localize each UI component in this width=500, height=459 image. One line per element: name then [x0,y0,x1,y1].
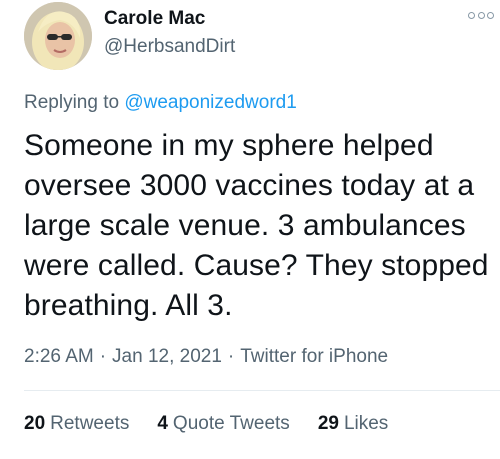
likes-stat[interactable]: 29 Likes [318,413,389,435]
quote-tweets-stat[interactable]: 4 Quote Tweets [157,413,289,435]
quote-tweets-count: 4 [157,413,168,434]
replying-to-label: Replying to [24,92,120,113]
tweet-stats: 20 Retweets 4 Quote Tweets 29 Likes [24,413,416,435]
divider-top [24,390,500,391]
retweets-label: Retweets [50,413,130,434]
author-name[interactable]: Carole Mac [104,8,205,30]
retweets-stat[interactable]: 20 Retweets [24,413,129,435]
replying-to-line: Replying to @weaponizedword1 [24,92,297,114]
meta-separator: · [99,346,107,367]
avatar-image [24,2,92,70]
tweet-date[interactable]: Jan 12, 2021 [112,346,222,367]
tweet-source[interactable]: Twitter for iPhone [240,346,388,367]
tweet-meta: 2:26 AM · Jan 12, 2021 · Twitter for iPhone [24,346,388,368]
reply-mention-link[interactable]: @weaponizedword1 [124,92,296,113]
more-options-icon[interactable] [468,8,494,22]
author-handle[interactable]: @HerbsandDirt [104,36,235,58]
likes-label: Likes [343,413,389,434]
tweet-text: Someone in my sphere helped oversee 3000… [24,129,489,322]
avatar[interactable] [24,2,92,70]
meta-separator-2: · [227,346,235,367]
quote-tweets-label: Quote Tweets [172,413,290,434]
retweets-count: 20 [24,413,46,434]
likes-count: 29 [317,413,339,434]
tweet-time[interactable]: 2:26 AM [24,346,94,367]
tweet: Carole Mac @HerbsandDirt Replying to @we… [0,0,500,459]
